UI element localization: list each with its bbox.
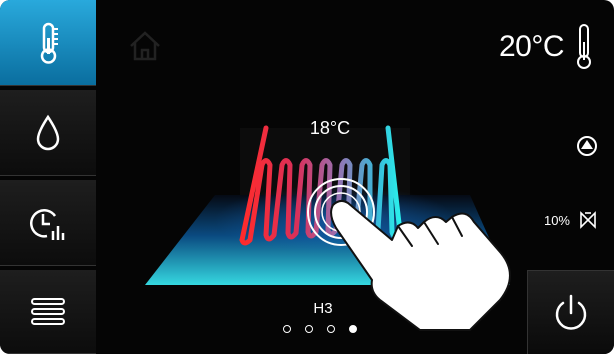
page-dot[interactable] — [327, 325, 335, 333]
power-icon — [555, 294, 587, 330]
valve-percent: 10% — [543, 212, 570, 228]
sidebar-item-temperature[interactable] — [0, 0, 96, 86]
room-temperature: 20°C — [499, 22, 594, 72]
thermostat-screen: 20°C 10% 18°C H3 — [0, 0, 614, 354]
page-indicator — [283, 325, 357, 333]
thermometer-icon — [40, 22, 58, 64]
room-temperature-value: 20°C — [498, 30, 565, 63]
home-icon — [130, 31, 160, 61]
setpoint-temperature: 18°C — [309, 118, 351, 138]
page-dot[interactable] — [283, 325, 291, 333]
room-thermometer-icon — [577, 24, 591, 69]
clock-bars-icon — [30, 208, 65, 240]
power-button[interactable] — [527, 270, 614, 354]
valve-status: 10% — [544, 210, 598, 230]
page-dot[interactable] — [305, 325, 313, 333]
mode-label: H3 — [313, 300, 333, 317]
valve-icon — [580, 211, 596, 229]
page-dot-active[interactable] — [349, 325, 357, 333]
sidebar-item-schedule[interactable] — [0, 180, 96, 266]
